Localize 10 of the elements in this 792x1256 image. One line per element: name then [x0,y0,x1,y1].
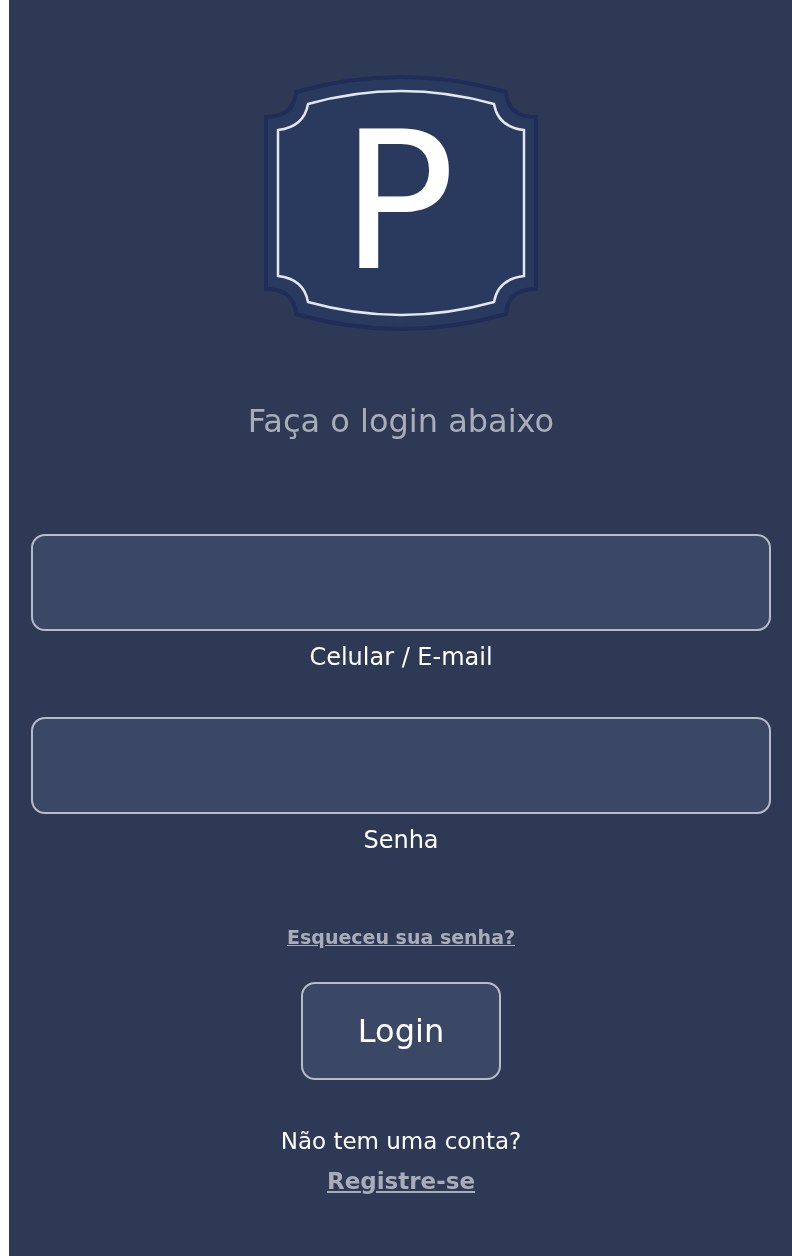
field-label: Senha [363,826,439,854]
signup-prompt: Não tem uma conta? [280,1128,522,1154]
register-link[interactable]: Registre-se [326,1168,476,1194]
input-field[interactable] [31,717,771,814]
input-field[interactable] [31,534,771,631]
field-label: Celular / E-mail [309,643,493,671]
forgot-password-link[interactable]: Esqueceu sua senha? [287,926,515,948]
login-button[interactable]: Login [301,982,501,1080]
login-heading: Faça o login abaixo [247,402,555,440]
logo-letter: P [340,108,456,298]
